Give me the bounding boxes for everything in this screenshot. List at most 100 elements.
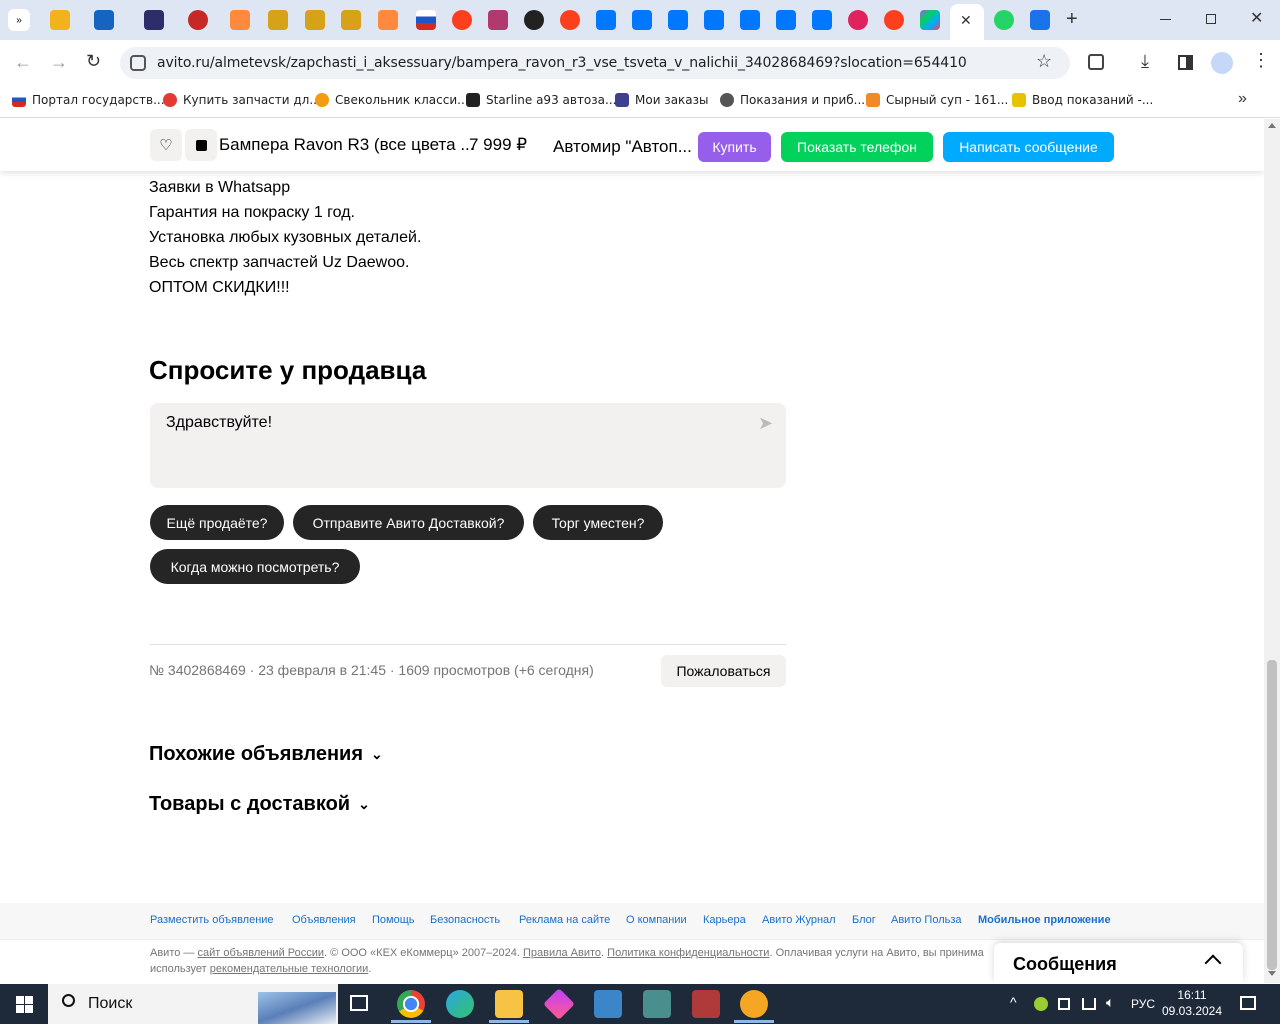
legal-link[interactable]: Политика конфиденциальности: [607, 947, 769, 959]
tab-icon-vk[interactable]: [668, 10, 688, 30]
tab-icon-whatsapp[interactable]: [994, 10, 1014, 30]
access-app-icon[interactable]: [692, 990, 720, 1018]
window-minimize-icon[interactable]: [1160, 19, 1171, 20]
quick-reply-chip[interactable]: Ещё продаёте?: [150, 505, 284, 540]
bookmark-item[interactable]: Starline a93 автоза...: [466, 93, 616, 107]
bookmark-item[interactable]: Сырный суп - 161...: [866, 93, 1008, 107]
tab-icon-envelope[interactable]: [94, 10, 114, 30]
tab-icon-vk[interactable]: [596, 10, 616, 30]
bookmark-item[interactable]: Купить запчасти дл...: [163, 93, 321, 107]
show-phone-button[interactable]: Показать телефон: [781, 132, 933, 162]
tab-close-icon[interactable]: ✕: [960, 12, 972, 29]
ask-message-input[interactable]: Здравствуйте! ➤: [150, 403, 786, 488]
site-info-icon[interactable]: [130, 55, 146, 71]
extensions-icon[interactable]: [1088, 54, 1104, 70]
note-button[interactable]: [185, 129, 217, 161]
tab-icon-russia-flag[interactable]: [416, 10, 436, 30]
footer-link[interactable]: Авито Журнал: [762, 914, 836, 926]
profile-avatar[interactable]: [1211, 52, 1233, 74]
write-message-button[interactable]: Написать сообщение: [943, 132, 1114, 162]
scroll-up-arrow[interactable]: [1268, 123, 1276, 128]
quick-reply-chip[interactable]: Торг уместен?: [533, 505, 663, 540]
tab-icon-vk[interactable]: [632, 10, 652, 30]
calculator-icon[interactable]: [594, 990, 622, 1018]
tab-icon-avito[interactable]: [920, 10, 940, 30]
complain-button[interactable]: Пожаловаться: [661, 655, 786, 687]
footer-link[interactable]: Безопасность: [430, 914, 500, 926]
footer-link[interactable]: Блог: [852, 914, 876, 926]
sticky-title[interactable]: Бампера Ravon R3 (все цвета ...: [219, 135, 475, 155]
tab-icon-shield[interactable]: [341, 10, 361, 30]
scroll-down-arrow[interactable]: [1268, 971, 1276, 976]
bookmark-item[interactable]: Портал государств...: [12, 93, 165, 107]
clock[interactable]: 16:11 09.03.2024: [1160, 987, 1224, 1019]
chrome-app-icon[interactable]: [397, 990, 425, 1018]
quick-reply-chip[interactable]: Отправите Авито Доставкой?: [293, 505, 524, 540]
buy-button[interactable]: Купить: [698, 132, 771, 162]
tab-icon-vk[interactable]: [812, 10, 832, 30]
window-close-icon[interactable]: ✕: [1250, 8, 1263, 28]
url-text[interactable]: avito.ru/almetevsk/zapchasti_i_aksessuar…: [157, 55, 967, 71]
ask-message-value[interactable]: Здравствуйте!: [166, 414, 272, 432]
tab-icon-ozon[interactable]: [848, 10, 868, 30]
bookmarks-overflow-icon[interactable]: »: [1238, 90, 1247, 108]
footer-link[interactable]: Объявления: [292, 914, 356, 926]
footer-link[interactable]: Карьера: [703, 914, 746, 926]
send-icon[interactable]: ➤: [758, 413, 773, 434]
chevron-up-icon[interactable]: [1204, 954, 1222, 972]
tab-icon-mail[interactable]: [50, 10, 70, 30]
tab-icon-vk[interactable]: [776, 10, 796, 30]
app-icon-monitor[interactable]: [643, 990, 671, 1018]
tab-icon-download[interactable]: [1030, 10, 1050, 30]
legal-link[interactable]: рекомендательные технологии: [210, 963, 369, 975]
network-icon[interactable]: [1082, 998, 1096, 1010]
favorite-button[interactable]: ♡: [150, 129, 182, 161]
tab-icon-orange[interactable]: [230, 10, 250, 30]
bookmark-item[interactable]: Свекольник класси...: [315, 93, 469, 107]
tray-device-icon[interactable]: [1058, 998, 1070, 1010]
edge-app-icon[interactable]: [446, 990, 474, 1018]
tab-icon-vk[interactable]: [704, 10, 724, 30]
tab-icon-vk[interactable]: [740, 10, 760, 30]
tab-search-button[interactable]: »: [8, 9, 30, 31]
back-icon[interactable]: ←: [14, 52, 32, 73]
bookmark-star-icon[interactable]: ☆: [1036, 51, 1052, 72]
scrollbar-thumb[interactable]: [1267, 660, 1277, 970]
tab-icon-yandex[interactable]: [452, 10, 472, 30]
tray-app-icon[interactable]: [1034, 997, 1048, 1011]
footer-link[interactable]: Разместить объявление: [150, 914, 274, 926]
tab-icon-orange[interactable]: [378, 10, 398, 30]
tab-icon-shield[interactable]: [268, 10, 288, 30]
active-tab[interactable]: ✕: [950, 4, 984, 40]
language-indicator[interactable]: РУС: [1131, 997, 1155, 1011]
task-view-icon[interactable]: [350, 995, 368, 1011]
downloads-icon[interactable]: ⤓: [1141, 51, 1149, 72]
quick-reply-chip[interactable]: Когда можно посмотреть?: [150, 549, 360, 584]
footer-link-mobile-app[interactable]: Мобильное приложение: [978, 914, 1111, 926]
messenger-widget[interactable]: Сообщения: [994, 943, 1243, 983]
tab-icon-yandex[interactable]: [884, 10, 904, 30]
footer-link[interactable]: Реклама на сайте: [519, 914, 610, 926]
reload-icon[interactable]: ↻: [86, 51, 101, 72]
new-tab-button[interactable]: +: [1066, 8, 1078, 31]
app-icon-eye[interactable]: [740, 990, 768, 1018]
bookmark-item[interactable]: Ввод показаний -...: [1012, 93, 1153, 107]
footer-link[interactable]: Авито Польза: [891, 914, 962, 926]
bookmark-item[interactable]: Показания и приб...: [720, 93, 865, 107]
legal-link[interactable]: Правила Авито: [523, 947, 601, 959]
taskbar-search[interactable]: Поиск: [48, 984, 338, 1024]
tab-icon-yandex[interactable]: [560, 10, 580, 30]
tab-icon-audio[interactable]: [488, 10, 508, 30]
bookmark-item[interactable]: Мои заказы: [615, 93, 709, 107]
file-explorer-icon[interactable]: [495, 990, 523, 1018]
tab-icon-emblem[interactable]: [188, 10, 208, 30]
delivery-goods-toggle[interactable]: Товары с доставкой ⌄: [149, 793, 370, 816]
forward-icon[interactable]: →: [50, 52, 68, 73]
side-panel-icon[interactable]: [1178, 55, 1193, 70]
tab-icon-circle[interactable]: [524, 10, 544, 30]
tab-icon-shield[interactable]: [305, 10, 325, 30]
windows-start-icon[interactable]: [16, 996, 33, 1013]
footer-link[interactable]: О компании: [626, 914, 687, 926]
volume-icon[interactable]: 🔈︎: [1106, 994, 1114, 1011]
tray-overflow-icon[interactable]: ^: [1010, 994, 1017, 1010]
